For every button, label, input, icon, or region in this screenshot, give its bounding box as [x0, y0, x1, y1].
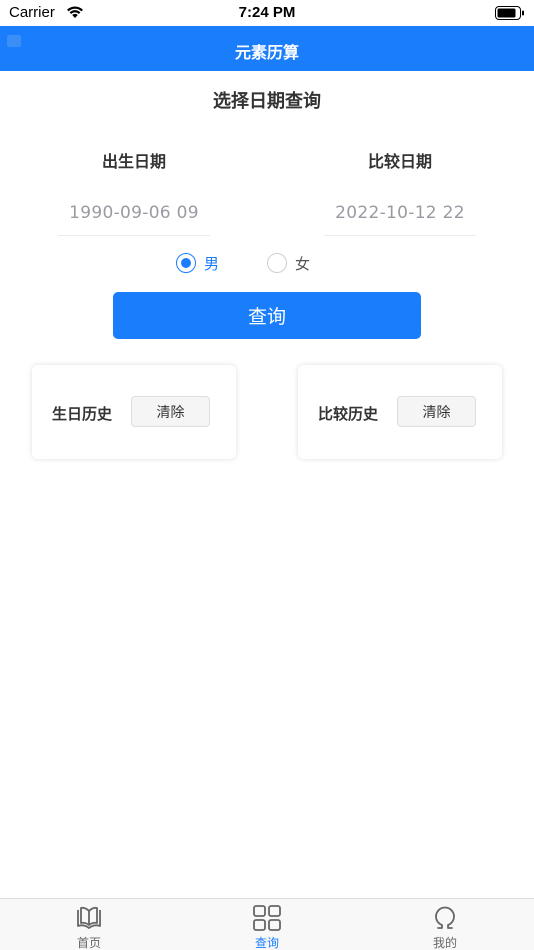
tab-mine[interactable]: 我的	[356, 899, 534, 950]
tab-query-label: 查询	[254, 936, 279, 950]
gender-label-female: 女	[295, 254, 311, 273]
omega-icon	[435, 906, 455, 929]
page-title: 选择日期查询	[213, 91, 321, 112]
tab-mine-label: 我的	[432, 936, 457, 950]
radio-checked-icon[interactable]	[176, 253, 196, 273]
birth-history-card: 生日历史 清除	[32, 365, 236, 459]
birth-date-label: 出生日期	[101, 152, 166, 171]
birth-history-label: 生日历史	[52, 405, 113, 423]
compare-history-label: 比较历史	[318, 405, 379, 423]
birth-date-value[interactable]: 1990-09-06 09	[58, 203, 210, 223]
compare-date-label: 比较日期	[367, 152, 432, 171]
gender-radio-male[interactable]: 男	[176, 253, 219, 273]
grid-icon	[253, 905, 281, 931]
battery-icon	[495, 6, 524, 20]
query-button[interactable]: 查询	[113, 292, 421, 339]
compare-date-picker[interactable]: 比较日期 2022-10-12 22	[324, 148, 476, 236]
tab-query[interactable]: 查询	[178, 899, 356, 950]
clear-birth-history-button[interactable]: 清除	[131, 396, 210, 427]
tab-home[interactable]: 首页	[0, 899, 178, 950]
radio-unchecked-icon[interactable]	[267, 253, 287, 273]
nav-title: 元素历算	[234, 43, 299, 62]
birth-date-divider	[58, 235, 210, 236]
gender-radio-female[interactable]: 女	[267, 253, 310, 273]
tab-bar: 首页 查询 我的	[0, 898, 534, 950]
clear-compare-history-button[interactable]: 清除	[397, 396, 476, 427]
compare-history-card: 比较历史 清除	[298, 365, 502, 459]
status-bar: Carrier 7:24 PM	[0, 0, 534, 26]
compare-date-divider	[324, 235, 476, 236]
compare-date-value[interactable]: 2022-10-12 22	[324, 203, 476, 223]
navigation-bar: 元素历算	[0, 26, 534, 71]
tab-home-label: 首页	[76, 936, 101, 950]
status-time: 7:24 PM	[238, 4, 296, 21]
gender-label-male: 男	[204, 254, 220, 273]
birth-date-picker[interactable]: 出生日期 1990-09-06 09	[58, 148, 210, 236]
book-icon	[77, 906, 101, 929]
